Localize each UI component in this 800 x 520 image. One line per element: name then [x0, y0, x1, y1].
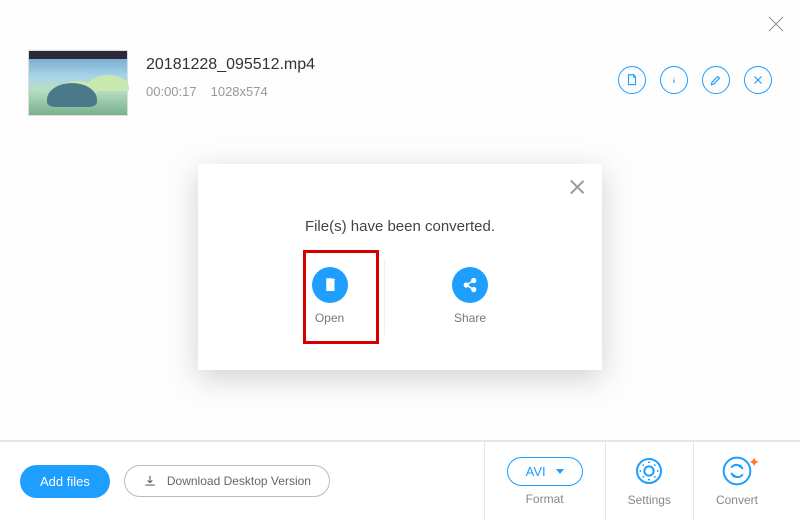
- share-label: Share: [454, 311, 486, 325]
- format-control: AVI Format: [484, 442, 605, 520]
- sparkle-icon: ✦: [748, 454, 760, 471]
- format-label: Format: [526, 492, 564, 506]
- file-name: 20181228_095512.mp4: [146, 56, 600, 74]
- remove-icon[interactable]: [744, 66, 772, 94]
- download-desktop-label: Download Desktop Version: [167, 474, 311, 488]
- dialog-message: File(s) have been converted.: [198, 218, 602, 235]
- gear-icon: [633, 455, 665, 487]
- file-row: 20181228_095512.mp4 00:00:17 1028x574: [0, 0, 800, 136]
- file-actions: [618, 50, 772, 94]
- close-icon[interactable]: [766, 14, 786, 34]
- bottom-toolbar: Add files Download Desktop Version AVI F…: [0, 440, 800, 520]
- settings-label: Settings: [628, 493, 671, 507]
- open-label: Open: [315, 311, 344, 325]
- convert-label: Convert: [716, 493, 758, 507]
- download-icon: [143, 474, 157, 488]
- add-files-button[interactable]: Add files: [20, 465, 110, 498]
- share-action[interactable]: Share: [415, 259, 525, 335]
- download-desktop-button[interactable]: Download Desktop Version: [124, 465, 330, 497]
- settings-control[interactable]: Settings: [605, 442, 693, 520]
- file-info: 20181228_095512.mp4 00:00:17 1028x574: [146, 50, 600, 99]
- info-icon[interactable]: [660, 66, 688, 94]
- conversion-complete-dialog: File(s) have been converted. Open Share: [198, 164, 602, 370]
- open-action[interactable]: Open: [275, 259, 385, 335]
- open-folder-icon: [312, 267, 348, 303]
- format-value: AVI: [526, 464, 546, 479]
- format-select[interactable]: AVI: [507, 457, 583, 486]
- chevron-down-icon: [556, 469, 564, 474]
- share-icon: [452, 267, 488, 303]
- file-duration: 00:00:17: [146, 84, 197, 99]
- convert-button[interactable]: ✦ Convert: [693, 442, 780, 520]
- folder-icon[interactable]: [618, 66, 646, 94]
- file-thumbnail[interactable]: [28, 50, 128, 116]
- dialog-close-icon[interactable]: [568, 178, 586, 196]
- edit-icon[interactable]: [702, 66, 730, 94]
- file-dimensions: 1028x574: [211, 84, 268, 99]
